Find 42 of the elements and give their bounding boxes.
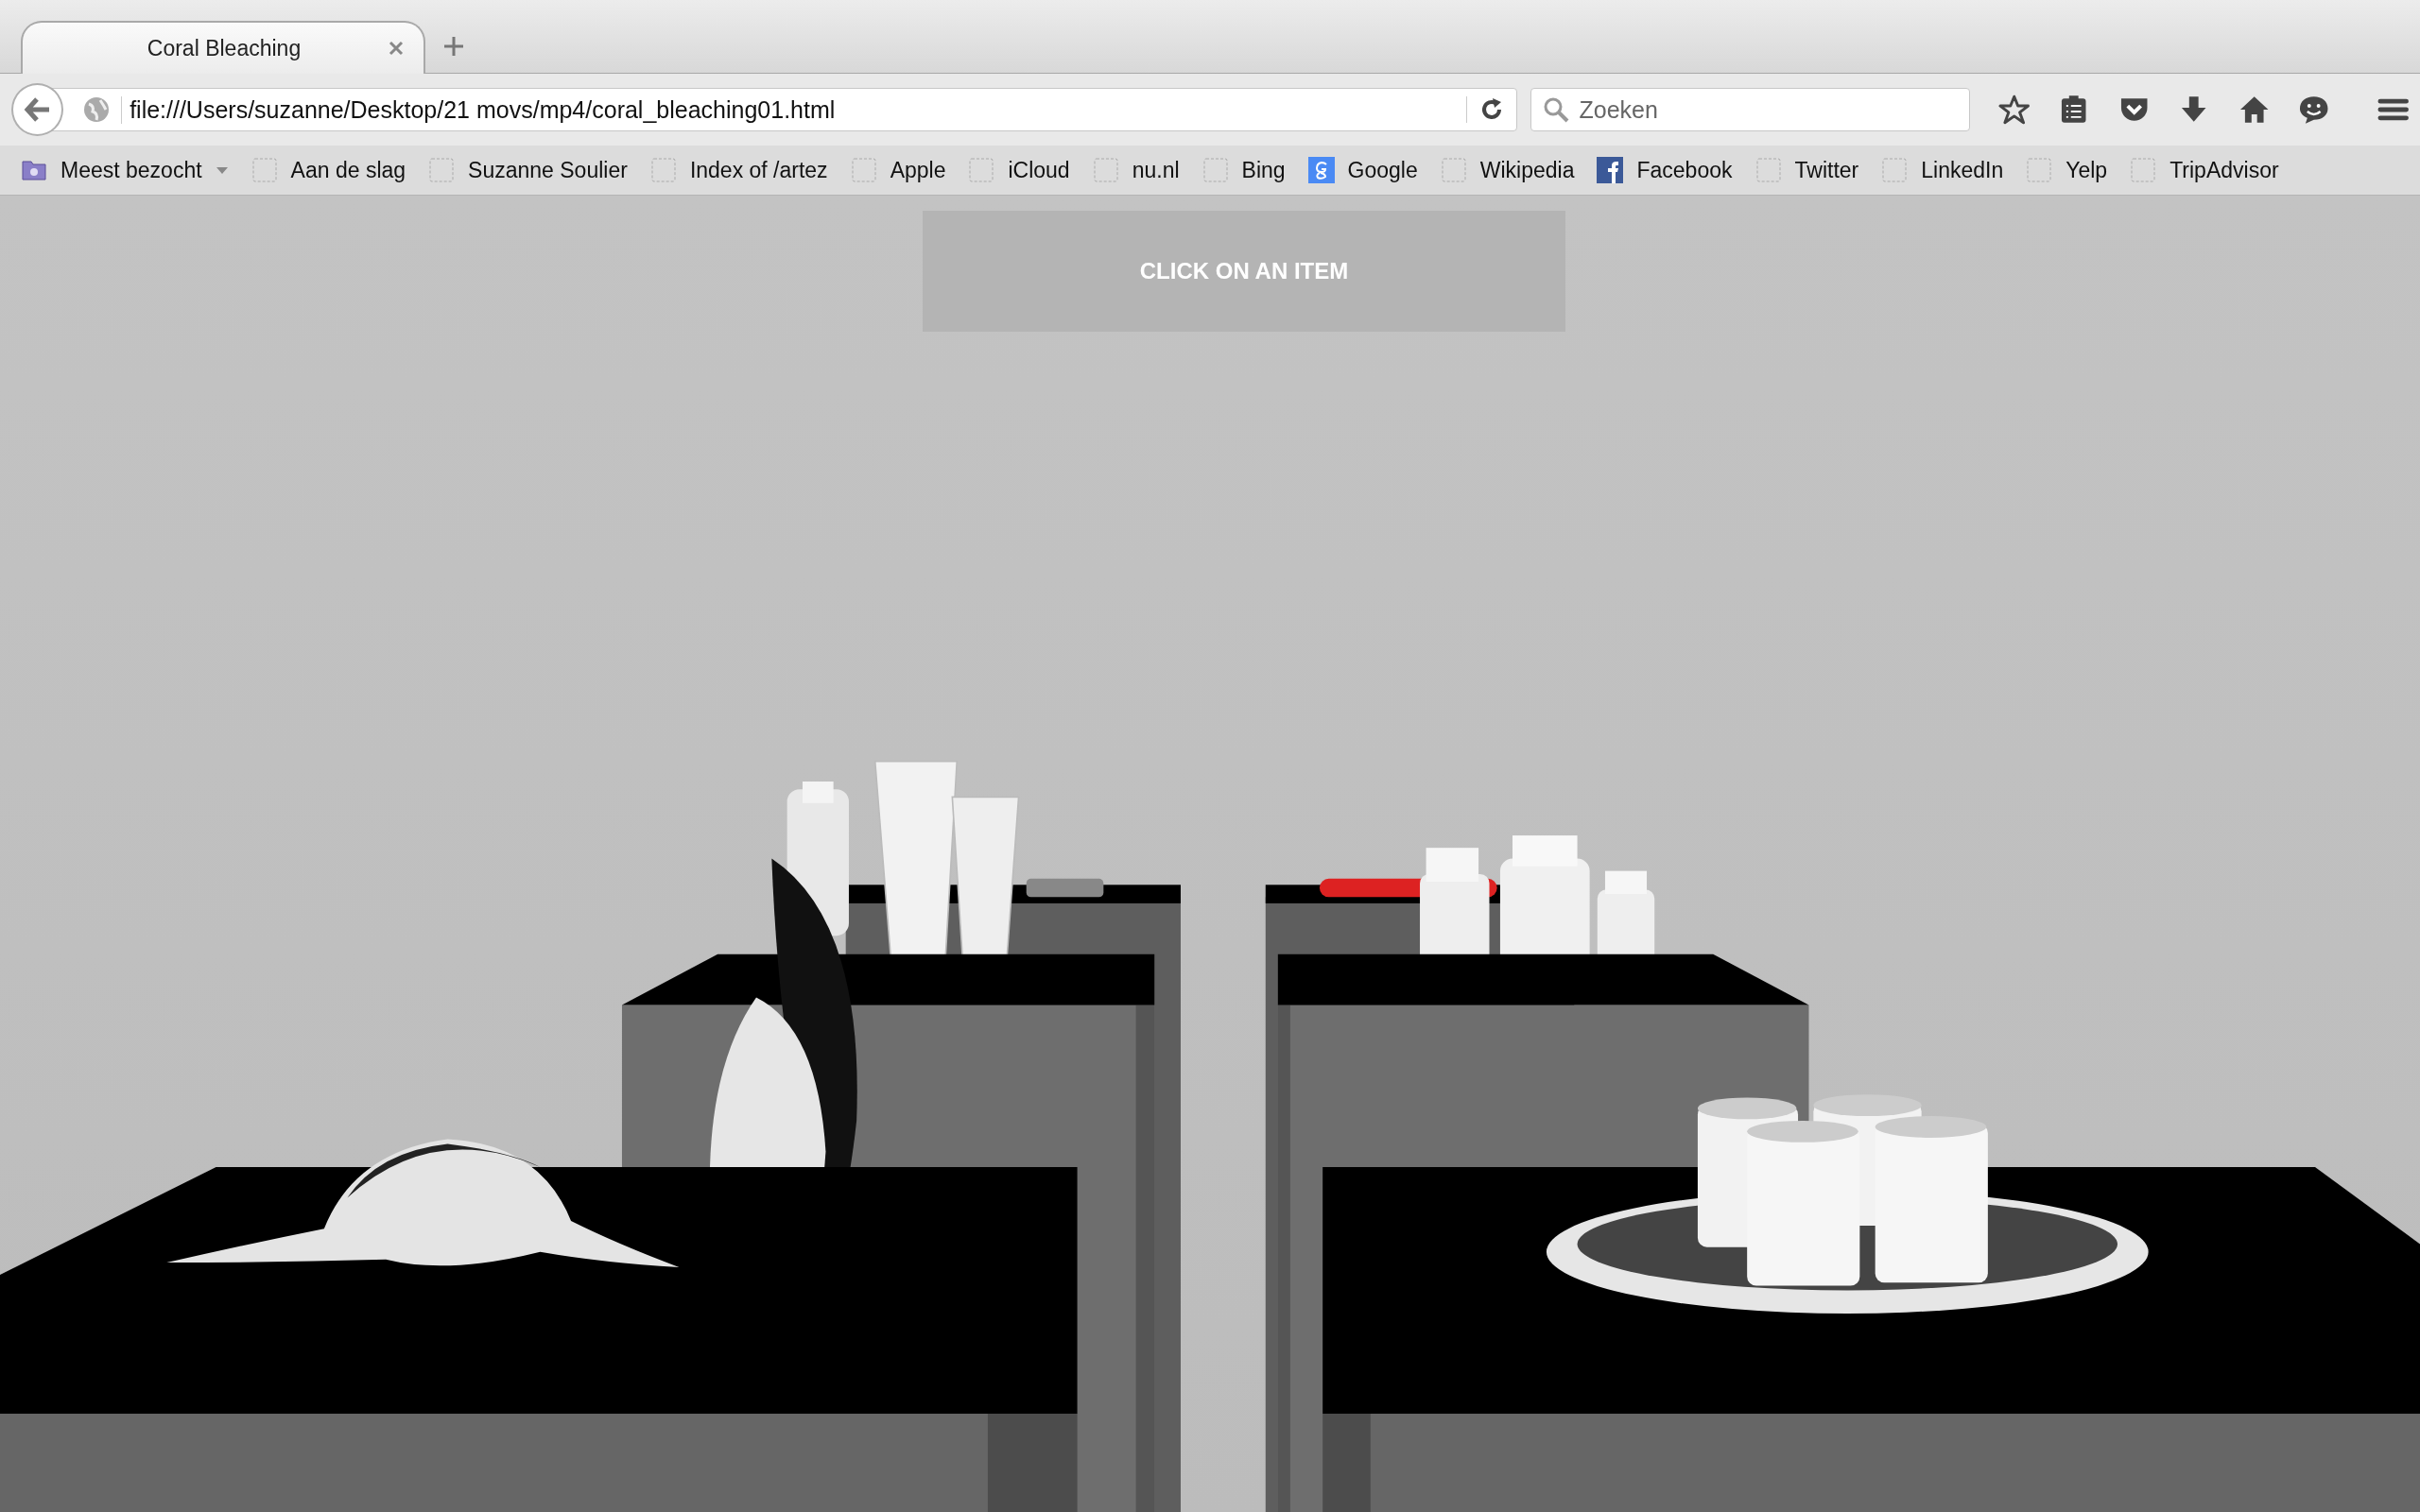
blank-page-icon [1754, 157, 1782, 183]
back-arrow-icon [23, 95, 52, 124]
f-logo-icon [1597, 157, 1624, 183]
instruction-text: CLICK ON AN ITEM [1139, 258, 1349, 284]
blank-page-icon [968, 157, 995, 183]
bookmark-folder[interactable]: Meest bezocht [21, 157, 229, 183]
blank-page-icon [428, 157, 456, 183]
chat-icon[interactable] [2298, 94, 2330, 126]
bookmark-link[interactable]: Apple [850, 157, 946, 183]
bookmark-link[interactable]: Aan de slag [251, 157, 406, 183]
blank-page-icon [1092, 157, 1119, 183]
bookmark-link[interactable]: Twitter [1754, 157, 1859, 183]
g-logo-icon [1307, 157, 1335, 183]
bookmark-link[interactable]: iCloud [968, 157, 1070, 183]
bookmark-link[interactable]: Facebook [1597, 157, 1733, 183]
blank-page-icon [1881, 157, 1909, 183]
url-text: file:///Users/suzanne/Desktop/21 movs/mp4/coral_bleaching01.html [121, 95, 1456, 124]
blank-page-icon [1201, 157, 1229, 183]
bookmark-link[interactable]: Google [1307, 157, 1418, 183]
bookmark-link[interactable]: Suzanne Soulier [428, 157, 628, 183]
bookmark-link[interactable]: Wikipedia [1440, 157, 1575, 183]
bookmark-link[interactable]: Yelp [2026, 157, 2108, 183]
search-field[interactable]: Zoeken [1530, 88, 1970, 131]
new-tab-icon[interactable] [442, 35, 465, 58]
search-icon [1543, 96, 1570, 123]
dropdown-caret-icon [215, 165, 229, 175]
bookmark-link[interactable]: nu.nl [1092, 157, 1180, 183]
close-icon[interactable] [388, 40, 405, 57]
bookmark-link[interactable]: Bing [1201, 157, 1286, 183]
home-icon[interactable] [2238, 94, 2271, 126]
blank-page-icon [850, 157, 877, 183]
globe-icon [83, 96, 111, 123]
browser-tab[interactable]: Coral Bleaching [21, 21, 425, 74]
bookmark-link[interactable]: LinkedIn [1881, 157, 2004, 183]
blank-page-icon [649, 157, 677, 183]
blank-page-icon [2026, 157, 2053, 183]
blank-page-icon [251, 157, 278, 183]
bookmark-link[interactable]: Index of /artez [649, 157, 828, 183]
star-icon[interactable] [1998, 94, 2031, 126]
bookmark-link[interactable]: TripAdvisor [2130, 157, 2279, 183]
blank-page-icon [1440, 157, 1467, 183]
blank-page-icon [2130, 157, 2157, 183]
